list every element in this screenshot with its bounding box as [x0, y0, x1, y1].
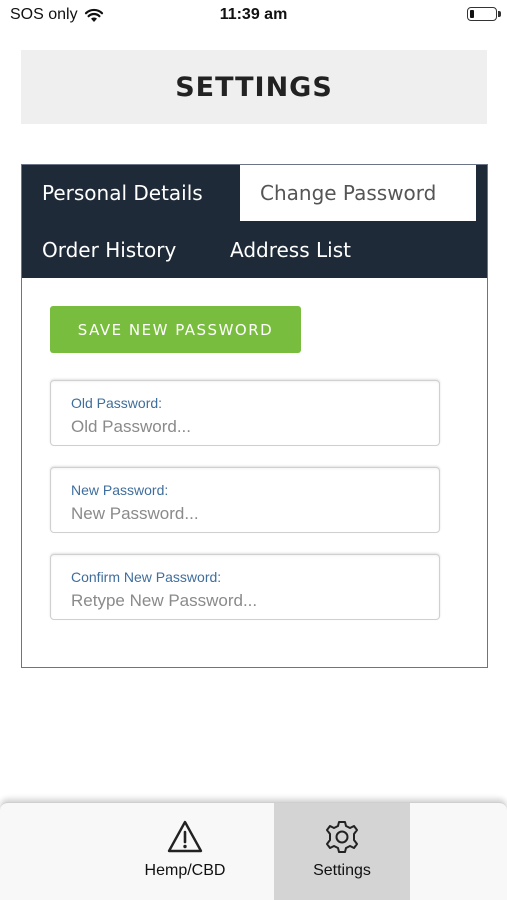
battery-level [470, 10, 474, 18]
old-password-input[interactable] [71, 415, 421, 439]
old-password-label: Old Password: [71, 395, 163, 411]
tab-change-password[interactable]: Change Password [240, 165, 476, 221]
battery-icon [467, 7, 501, 21]
settings-panel: Personal Details Change Password Order H… [21, 164, 488, 668]
confirm-password-input[interactable] [71, 589, 421, 613]
tab-change-password-label: Change Password [260, 181, 437, 205]
confirm-password-field[interactable]: Confirm New Password: [50, 554, 440, 620]
page-title: SETTINGS [175, 71, 333, 103]
page-header: SETTINGS [21, 50, 487, 124]
nav-item-settings[interactable]: Settings [274, 803, 410, 900]
confirm-password-label: Confirm New Password: [71, 569, 222, 585]
tab-address-list[interactable]: Address List [230, 238, 351, 262]
tab-order-history[interactable]: Order History [42, 238, 176, 262]
status-time: 11:39 am [219, 6, 288, 23]
new-password-field[interactable]: New Password: [50, 467, 440, 533]
tab-personal-details[interactable]: Personal Details [42, 181, 203, 205]
new-password-input[interactable] [71, 502, 421, 526]
old-password-field[interactable]: Old Password: [50, 380, 440, 446]
nav-label-settings: Settings [313, 862, 371, 879]
save-new-password-button[interactable]: SAVE NEW PASSWORD [50, 306, 301, 353]
gear-icon [326, 821, 358, 853]
nav-label-hemp-cbd: Hemp/CBD [144, 862, 226, 879]
bottom-tab-bar: Hemp/CBD Settings [0, 802, 507, 900]
nav-item-hemp-cbd[interactable]: Hemp/CBD [117, 803, 253, 900]
new-password-label: New Password: [71, 482, 169, 498]
settings-tabs: Personal Details Change Password Order H… [22, 165, 487, 278]
warning-triangle-icon [167, 820, 203, 853]
status-bar: SOS only 11:39 am [0, 0, 507, 32]
